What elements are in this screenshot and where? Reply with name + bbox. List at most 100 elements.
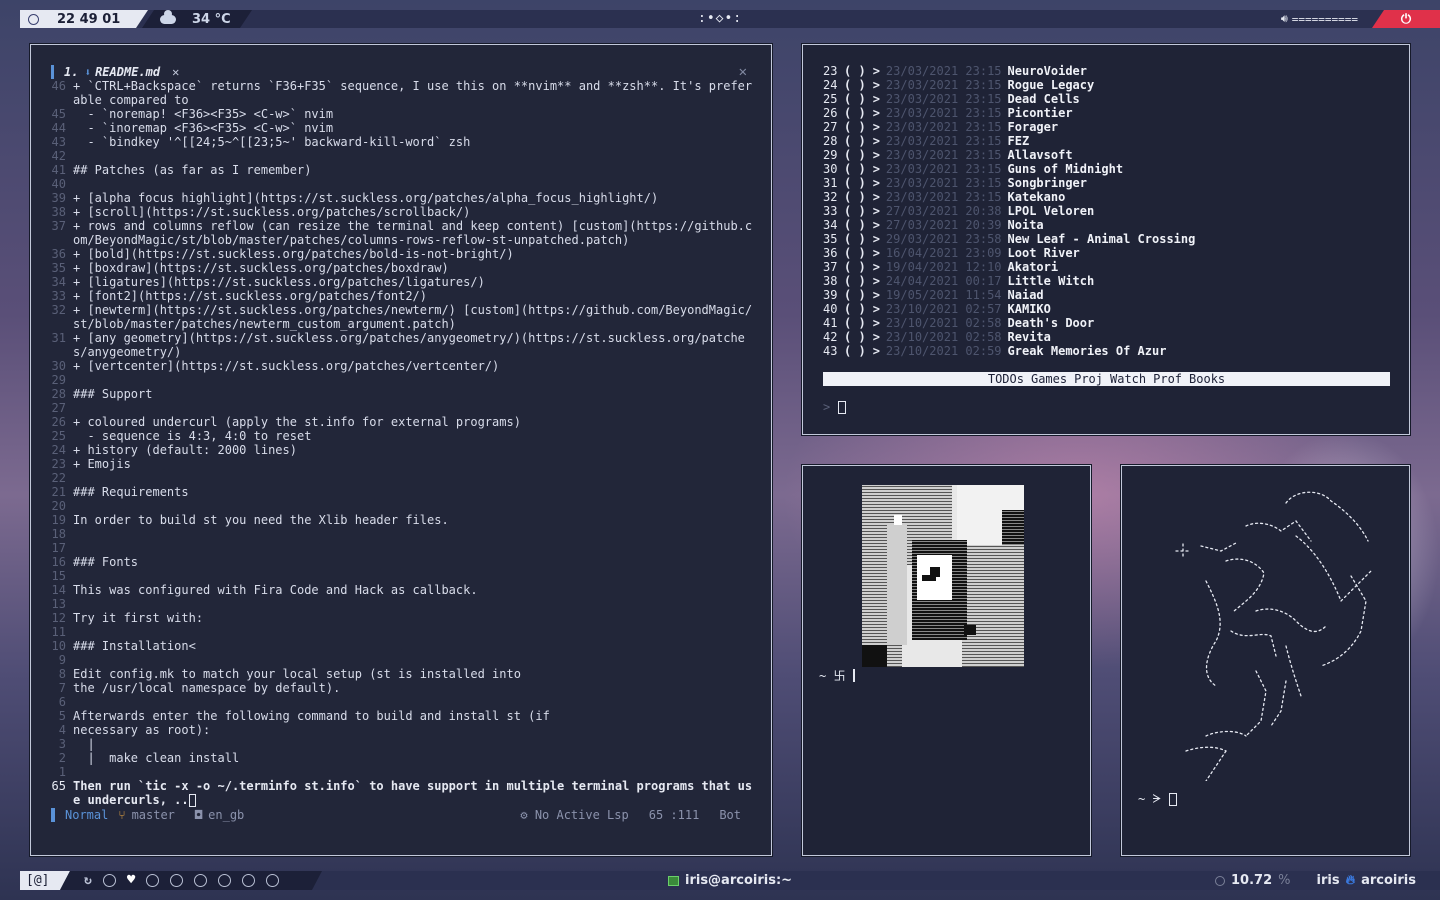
todo-terminal-window[interactable]: 23 ( ) >23/03/2021 23:15 NeuroVoider 24 ( ) >2…: [802, 44, 1410, 435]
item-name: FEZ: [1007, 134, 1030, 148]
workspace-9[interactable]: [266, 874, 279, 887]
editor-tab[interactable]: 1. ⬇ README.md ✕: [51, 65, 179, 79]
list-item[interactable]: 30 ( ) >23/03/2021 23:15 Guns of Midnight: [823, 162, 1195, 176]
line-text: | make clean install: [73, 751, 240, 765]
line-number: 40: [51, 177, 66, 191]
item-checkbox: ( ): [844, 302, 866, 316]
tab-todos[interactable]: TODOs: [988, 372, 1024, 386]
tab-close-icon[interactable]: ✕: [172, 65, 179, 79]
line-number: 5: [58, 709, 66, 723]
item-date: 19/05/2021 11:54: [885, 288, 1002, 302]
ascii-art-terminal-window[interactable]: ~ ᗒ: [1121, 465, 1410, 856]
mode-indicator: [51, 808, 55, 822]
line-text: Afterwards enter the following command t…: [73, 709, 550, 723]
tab-file-name: README.md: [95, 65, 161, 79]
workspace-2[interactable]: [103, 874, 116, 887]
list-item[interactable]: 43 ( ) >23/10/2021 02:59 Greak Memories Of …: [823, 344, 1195, 358]
scroll-position: Bot: [719, 808, 741, 822]
swirl-icon[interactable]: ↻: [84, 873, 92, 888]
list-item[interactable]: 36 ( ) >16/04/2021 23:09 Loot River: [823, 246, 1195, 260]
list-item[interactable]: 23 ( ) >23/03/2021 23:15 NeuroVoider: [823, 64, 1195, 78]
prompt-symbol: >: [823, 400, 831, 414]
item-index: 40: [823, 302, 838, 316]
list-item[interactable]: 31 ( ) >23/03/2021 23:15 Songbringer: [823, 176, 1195, 190]
prompt-line[interactable]: ~ 卐: [819, 667, 856, 684]
tab-games[interactable]: Games: [1031, 372, 1067, 386]
user-name: iris: [1316, 873, 1340, 888]
workspace-indicator[interactable]: :•◇•:: [698, 11, 742, 26]
list-item[interactable]: 38 ( ) >24/04/2021 00:17 Little Witch: [823, 274, 1195, 288]
line-number: 11: [51, 625, 66, 639]
editor-line: 42: [31, 149, 771, 163]
pixel-art-terminal-window[interactable]: ~ 卐: [802, 465, 1091, 856]
cursor: [1169, 793, 1178, 806]
editor-buffer[interactable]: 46 + `CTRL+Backspace` returns `F36+F35` s…: [31, 79, 771, 807]
editor-window[interactable]: 1. ⬇ README.md ✕ ✕ 46 + `CTRL+Backspace` …: [30, 44, 772, 856]
item-date: 23/03/2021 23:15: [885, 190, 1002, 204]
item-index: 27: [823, 120, 838, 134]
line-number: 17: [51, 541, 66, 555]
tab-books[interactable]: Books: [1189, 372, 1225, 386]
editor-line: 2 | make clean install: [31, 751, 771, 765]
list-item[interactable]: 25 ( ) >23/03/2021 23:15 Dead Cells: [823, 92, 1195, 106]
item-name: Little Witch: [1007, 274, 1095, 288]
line-text: Try it first with:: [73, 611, 204, 625]
item-index: 34: [823, 218, 838, 232]
workspace-active-heart-icon[interactable]: ♥: [127, 874, 135, 887]
line-text: - `inoremap <F36><F35> <C-w>` nvim: [73, 121, 334, 135]
editor-line: 28 ### Support: [31, 387, 771, 401]
list-item[interactable]: 26 ( ) >23/03/2021 23:15 Picontier: [823, 106, 1195, 120]
workspace-8[interactable]: [242, 874, 255, 887]
item-checkbox: ( ): [844, 274, 866, 288]
line-number: 24: [51, 443, 66, 457]
workspace-4[interactable]: [146, 874, 159, 887]
tab-prof[interactable]: Prof: [1153, 372, 1182, 386]
item-checkbox: ( ): [844, 148, 866, 162]
item-checkbox: ( ): [844, 64, 866, 78]
line-text: + [boxdraw](https://st.suckless.org/patc…: [73, 261, 449, 275]
prompt-line[interactable]: ~ ᗒ: [1138, 792, 1178, 807]
prompt-symbol: ~ 卐: [819, 669, 846, 683]
line-text: [73, 401, 753, 415]
list-item[interactable]: 34 ( ) >27/03/2021 20:39 Noita: [823, 218, 1195, 232]
workspace-6[interactable]: [194, 874, 207, 887]
line-number: 4: [58, 723, 66, 737]
editor-line: 41 ## Patches (as far as I remember): [31, 163, 771, 177]
tab-proj[interactable]: Proj: [1074, 372, 1103, 386]
line-number: 42: [51, 149, 66, 163]
item-arrow: >: [872, 246, 880, 260]
list-item[interactable]: 28 ( ) >23/03/2021 23:15 FEZ: [823, 134, 1195, 148]
tab-watch[interactable]: Watch: [1110, 372, 1146, 386]
item-arrow: >: [872, 232, 880, 246]
git-branch: master: [131, 808, 175, 822]
list-item[interactable]: 42 ( ) >23/10/2021 02:58 Revita: [823, 330, 1195, 344]
workspace-7[interactable]: [218, 874, 231, 887]
list-item[interactable]: 33 ( ) >27/03/2021 20:38 LPOL Veloren: [823, 204, 1195, 218]
line-text: Then run `tic -x -o ~/.terminfo st.info`…: [73, 779, 753, 807]
list-item[interactable]: 37 ( ) >19/04/2021 12:10 Akatori: [823, 260, 1195, 274]
line-number: 8: [58, 667, 66, 681]
line-text: + coloured undercurl (apply the st.info …: [73, 415, 521, 429]
workspace-5[interactable]: [170, 874, 183, 887]
list-item[interactable]: 40 ( ) >23/10/2021 02:57 KAMIKO: [823, 302, 1195, 316]
volume-icon: 🔊︎: [1280, 12, 1288, 25]
list-item[interactable]: 27 ( ) >23/03/2021 23:15 Forager: [823, 120, 1195, 134]
list-item[interactable]: 39 ( ) >19/05/2021 11:54 Naiad: [823, 288, 1195, 302]
list-item[interactable]: 24 ( ) >23/03/2021 23:15 Rogue Legacy: [823, 78, 1195, 92]
item-name: Katekano: [1007, 190, 1066, 204]
list-item[interactable]: 29 ( ) >23/03/2021 23:15 Allavsoft: [823, 148, 1195, 162]
list-item[interactable]: 35 ( ) >29/03/2021 23:58 New Leaf - Animal …: [823, 232, 1195, 246]
list-item[interactable]: 41 ( ) >23/10/2021 02:58 Death's Door: [823, 316, 1195, 330]
item-name: Greak Memories Of Azur: [1007, 344, 1167, 358]
prompt-line[interactable]: >: [823, 400, 847, 414]
item-index: 29: [823, 148, 838, 162]
list-item[interactable]: 32 ( ) >23/03/2021 23:15 Katekano: [823, 190, 1195, 204]
item-date: 23/10/2021 02:58: [885, 316, 1002, 330]
cpu-icon: [1215, 875, 1226, 886]
close-icon[interactable]: ✕: [739, 64, 747, 80]
system-info: 10.72% iris 🔥︎ arcoiris: [1215, 873, 1416, 888]
power-button[interactable]: ⏻: [1372, 10, 1440, 28]
volume-widget[interactable]: 🔊︎ ==========: [1281, 12, 1358, 26]
editor-line: 13: [31, 597, 771, 611]
editor-line: 34 + [ligatures](https://st.suckless.org/…: [31, 275, 771, 289]
